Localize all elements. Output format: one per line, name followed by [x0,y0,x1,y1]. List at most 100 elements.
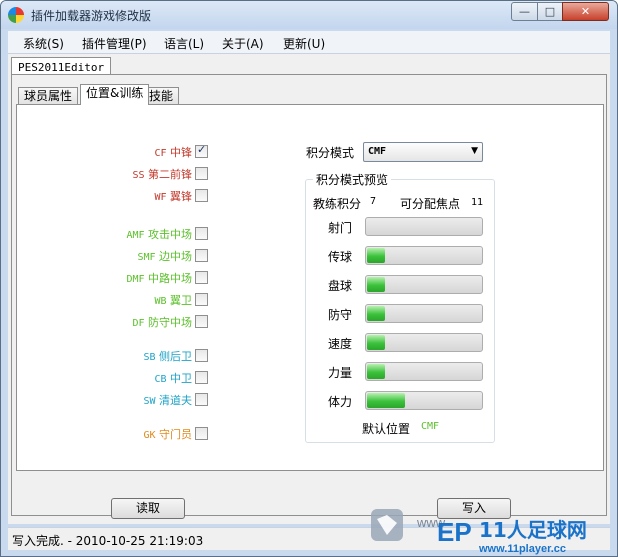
checkbox-df[interactable] [195,315,208,328]
stat-label: 传球 [328,250,353,264]
position-code: WB [154,296,167,307]
checkbox-wb[interactable] [195,293,208,306]
position-name: 防守中场 [148,316,192,329]
stat-label: 体力 [328,395,353,409]
position-label-dmf: DMF 中路中场 [126,270,192,286]
allocatable-focus-label: 可分配焦点 [400,197,461,211]
stat-label: 防守 [328,308,353,322]
position-code: DF [132,318,145,329]
checkbox-sw[interactable] [195,393,208,406]
position-label-wf: WF 翼锋 [154,188,192,204]
position-label-smf: SMF 边中场 [137,248,192,264]
position-label-ss: SS 第二前锋 [132,166,192,182]
scoring-mode-value: CMF [368,146,387,157]
tab-position-training[interactable]: 位置&训练 [80,84,150,105]
stat-label: 力量 [328,366,353,380]
position-label-wb: WB 翼卫 [154,292,192,308]
write-button[interactable]: 写入 [437,498,511,519]
position-name: 侧后卫 [159,350,192,363]
checkbox-cb[interactable] [195,371,208,384]
stat-progress-bar [365,275,483,294]
stat-progress-fill [367,306,385,321]
close-button[interactable]: ✕ [562,2,609,21]
stat-progress-bar [365,362,483,381]
scoring-preview-title: 积分模式预览 [313,171,392,188]
position-name: 中路中场 [148,272,192,285]
client-area: PES2011Editor 球员属性 位置&训练 技能 CF 中锋 ✓ SS 第二前… [8,54,610,524]
coach-points-label: 教练积分 [313,197,362,211]
menu-bar: 系统(S) 插件管理(P) 语言(L) 关于(A) 更新(U) [8,31,610,54]
position-label-cb: CB 中卫 [154,370,192,386]
read-button[interactable]: 读取 [111,498,185,519]
tab-player-attributes[interactable]: 球员属性 [18,87,79,104]
stat-progress-bar [365,246,483,265]
position-code: SS [132,170,145,181]
position-label-sb: SB 侧后卫 [143,348,192,364]
position-code: DMF [126,274,145,285]
position-name: 边中场 [159,250,192,263]
maximize-button[interactable]: □ [537,2,563,21]
position-label-gk: GK 守门员 [143,426,192,442]
checkbox-ss[interactable] [195,167,208,180]
checkbox-smf[interactable] [195,249,208,262]
position-name: 清道夫 [159,394,192,407]
position-label-cf: CF 中锋 [154,144,192,160]
window-title: 插件加载器游戏修改版 [31,9,152,23]
menu-plugin-manager[interactable]: 插件管理(P) [82,35,147,52]
checkmark-icon: ✓ [197,143,207,156]
checkbox-amf[interactable] [195,227,208,240]
position-name: 守门员 [159,428,192,441]
stat-label: 射门 [328,221,353,235]
stat-progress-bar [365,217,483,236]
stat-progress-bar [365,391,483,410]
position-code: GK [143,430,156,441]
position-label-df: DF 防守中场 [132,314,192,330]
checkbox-gk[interactable] [195,427,208,440]
position-name: 第二前锋 [148,168,192,181]
position-label-sw: SW 清道夫 [143,392,192,408]
status-bar: 写入完成. - 2010-10-25 21:19:03 [8,527,610,550]
minimize-button[interactable]: — [511,2,538,21]
status-text: 写入完成. - 2010-10-25 21:19:03 [12,534,204,548]
position-code: SW [143,396,156,407]
stat-label: 盘球 [328,279,353,293]
app-window: 插件加载器游戏修改版 — □ ✕ 系统(S) 插件管理(P) 语言(L) 关于(… [0,0,618,557]
position-label-amf: AMF 攻击中场 [126,226,192,242]
chevron-down-icon: ▼ [471,146,478,156]
menu-update[interactable]: 更新(U) [283,35,325,52]
menu-about[interactable]: 关于(A) [222,35,264,52]
checkbox-cf[interactable]: ✓ [195,143,208,158]
stat-progress-fill [367,364,385,379]
position-name: 中卫 [170,372,192,385]
position-code: WF [154,192,167,203]
position-code: SB [143,352,156,363]
stat-progress-fill [367,393,405,408]
scoring-mode-label: 积分模式 [306,146,355,160]
app-icon [8,7,24,23]
position-name: 攻击中场 [148,228,192,241]
stat-label: 速度 [328,337,353,351]
default-position-value: CMF [421,421,440,432]
position-code: CF [154,148,167,159]
stat-progress-bar [365,304,483,323]
position-name: 翼锋 [170,190,192,203]
checkbox-dmf[interactable] [195,271,208,284]
position-name: 中锋 [170,146,192,159]
stat-progress-bar [365,333,483,352]
stat-progress-fill [367,277,385,292]
coach-points-value: 7 [370,196,377,207]
checkbox-sb[interactable] [195,349,208,362]
stat-progress-fill [367,335,385,350]
allocatable-focus-value: 11 [471,197,484,208]
position-name: 翼卫 [170,294,192,307]
scoring-mode-select[interactable]: CMF ▼ [363,142,483,162]
checkbox-wf[interactable] [195,189,208,202]
position-code: AMF [126,230,145,241]
stat-progress-fill [367,248,385,263]
menu-language[interactable]: 语言(L) [164,35,204,52]
title-bar[interactable]: 插件加载器游戏修改版 — □ ✕ [1,1,617,29]
position-code: CB [154,374,167,385]
menu-system[interactable]: 系统(S) [23,35,64,52]
position-code: SMF [137,252,156,263]
default-position-label: 默认位置 [362,422,411,436]
